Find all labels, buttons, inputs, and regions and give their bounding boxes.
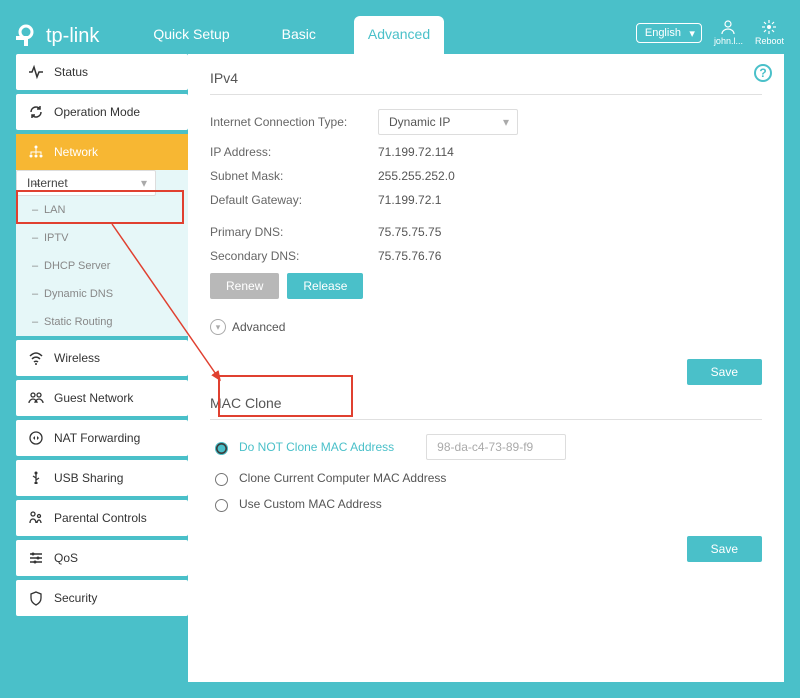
ipv4-field-value-0: 71.199.72.114 [378,145,454,159]
tab-advanced[interactable]: Advanced [354,16,444,54]
ipv4-dns-value-1: 75.75.76.76 [378,249,441,263]
advanced-toggle[interactable]: ▾ Advanced [210,319,762,335]
guests-icon [28,390,44,406]
cycle-icon [28,104,44,120]
reboot-icon [761,19,777,35]
tab-quick-setup[interactable]: Quick Setup [139,16,243,54]
sidebar-item-label: Security [54,591,97,605]
shield-icon [28,590,44,606]
sidebar-item-label: Network [54,145,98,159]
mac-option-custom: Use Custom MAC Address [239,497,382,511]
mac-radio-clonecurrent[interactable] [215,473,228,486]
sidebar-sub-dhcp-server[interactable]: DHCP Server [16,252,188,280]
content-panel: ? IPv4 Internet Connection Type: Dynamic… [188,54,784,682]
save-button-ipv4[interactable]: Save [687,359,762,385]
sidebar-item-label: Operation Mode [54,105,140,119]
reboot-label: Reboot [755,36,784,46]
sidebar-item-usb-sharing[interactable]: USB Sharing [16,460,188,496]
release-button[interactable]: Release [287,273,363,299]
sidebar-item-nat-forwarding[interactable]: NAT Forwarding [16,420,188,456]
sidebar-item-label: NAT Forwarding [54,431,140,445]
tplink-logo-icon [16,24,40,48]
wifi-icon [28,350,44,366]
help-icon[interactable]: ? [754,64,772,82]
advanced-toggle-label: Advanced [232,320,285,334]
renew-button[interactable]: Renew [210,273,279,299]
sidebar-item-label: QoS [54,551,78,565]
sidebar-item-status[interactable]: Status [16,54,188,90]
account-label: john.l... [714,36,743,46]
nat-icon [28,430,44,446]
sidebar: Status Operation Mode Network InternetLANIP… [16,54,188,682]
sidebar-sub-internet[interactable]: Internet [16,170,156,196]
section-title-mac: MAC Clone [210,395,762,420]
mac-value-display: 98-da-c4-73-89-f9 [426,434,566,460]
sidebar-item-wireless[interactable]: Wireless [16,340,188,376]
sidebar-item-label: USB Sharing [54,471,123,485]
sidebar-item-guest-network[interactable]: Guest Network [16,380,188,416]
reboot-button[interactable]: Reboot [755,19,784,46]
ipv4-dns-value-0: 75.75.75.75 [378,225,441,239]
parental-icon [28,510,44,526]
conn-type-label: Internet Connection Type: [210,115,378,129]
qos-icon [28,550,44,566]
tab-basic[interactable]: Basic [268,16,330,54]
sidebar-item-label: Wireless [54,351,100,365]
mac-radio-custom[interactable] [215,499,228,512]
ipv4-dns-label-0: Primary DNS: [210,225,378,239]
user-icon [720,19,736,35]
ipv4-field-value-1: 255.255.252.0 [378,169,455,183]
conn-type-select[interactable]: Dynamic IP [378,109,518,135]
mac-option-noclone: Do NOT Clone MAC Address [239,440,394,454]
sidebar-item-network[interactable]: Network [16,134,188,170]
sidebar-item-parental-controls[interactable]: Parental Controls [16,500,188,536]
pulse-icon [28,64,44,80]
language-select[interactable]: English [636,23,702,43]
mac-radio-noclone[interactable] [215,442,228,455]
account-button[interactable]: john.l... [714,19,743,46]
usb-icon [28,470,44,486]
chevron-down-icon: ▾ [210,319,226,335]
ipv4-field-label-2: Default Gateway: [210,193,378,207]
sidebar-item-security[interactable]: Security [16,580,188,616]
sidebar-item-operation-mode[interactable]: Operation Mode [16,94,188,130]
sidebar-sub-static-routing[interactable]: Static Routing [16,308,188,336]
save-button-mac[interactable]: Save [687,536,762,562]
sidebar-sub-iptv[interactable]: IPTV [16,224,188,252]
sidebar-item-qos[interactable]: QoS [16,540,188,576]
mac-option-clonecurrent: Clone Current Computer MAC Address [239,471,446,485]
ipv4-dns-label-1: Secondary DNS: [210,249,378,263]
brand-logo: tp-link [16,24,99,48]
sidebar-item-label: Guest Network [54,391,133,405]
sidebar-sub-lan[interactable]: LAN [16,196,188,224]
brand-text: tp-link [46,25,99,48]
section-title-ipv4: IPv4 [210,70,762,95]
sidebar-item-label: Status [54,65,88,79]
ipv4-field-label-1: Subnet Mask: [210,169,378,183]
ipv4-field-value-2: 71.199.72.1 [378,193,441,207]
network-icon [28,144,44,160]
sidebar-sub-dynamic-dns[interactable]: Dynamic DNS [16,280,188,308]
ipv4-field-label-0: IP Address: [210,145,378,159]
sidebar-item-label: Parental Controls [54,511,147,525]
